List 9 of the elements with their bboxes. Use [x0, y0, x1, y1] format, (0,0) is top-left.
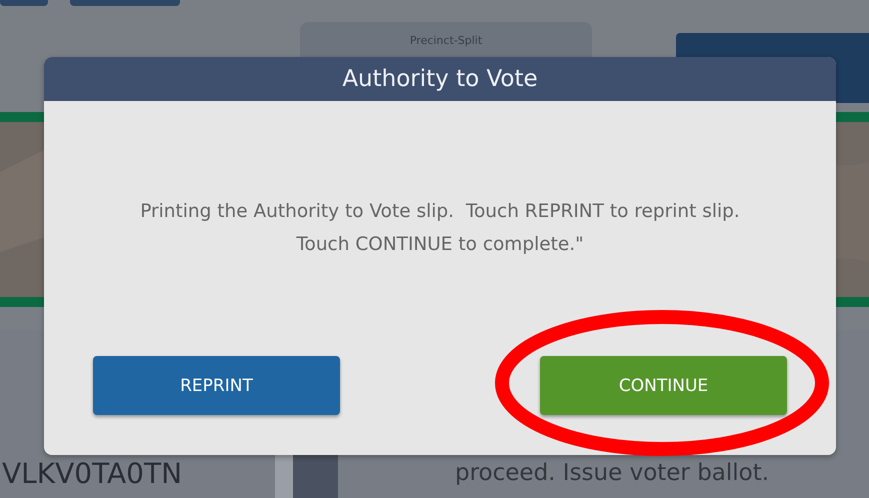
- precinct-label: Precinct-Split: [410, 34, 482, 48]
- dialog-message: Printing the Authority to Vote slip. Touch REPRINT to reprint slip. Touch CONTINUE to complete.": [140, 200, 740, 257]
- reprint-button[interactable]: REPRINT: [93, 356, 340, 415]
- voter-id: VLKV0TA0TN: [2, 457, 182, 490]
- instruction-text: proceed. Issue voter ballot.: [455, 460, 770, 486]
- dialog-title: Authority to Vote: [44, 57, 836, 101]
- divider-bar: [275, 455, 338, 498]
- top-tab[interactable]: [0, 0, 48, 6]
- continue-button[interactable]: CONTINUE: [540, 356, 787, 415]
